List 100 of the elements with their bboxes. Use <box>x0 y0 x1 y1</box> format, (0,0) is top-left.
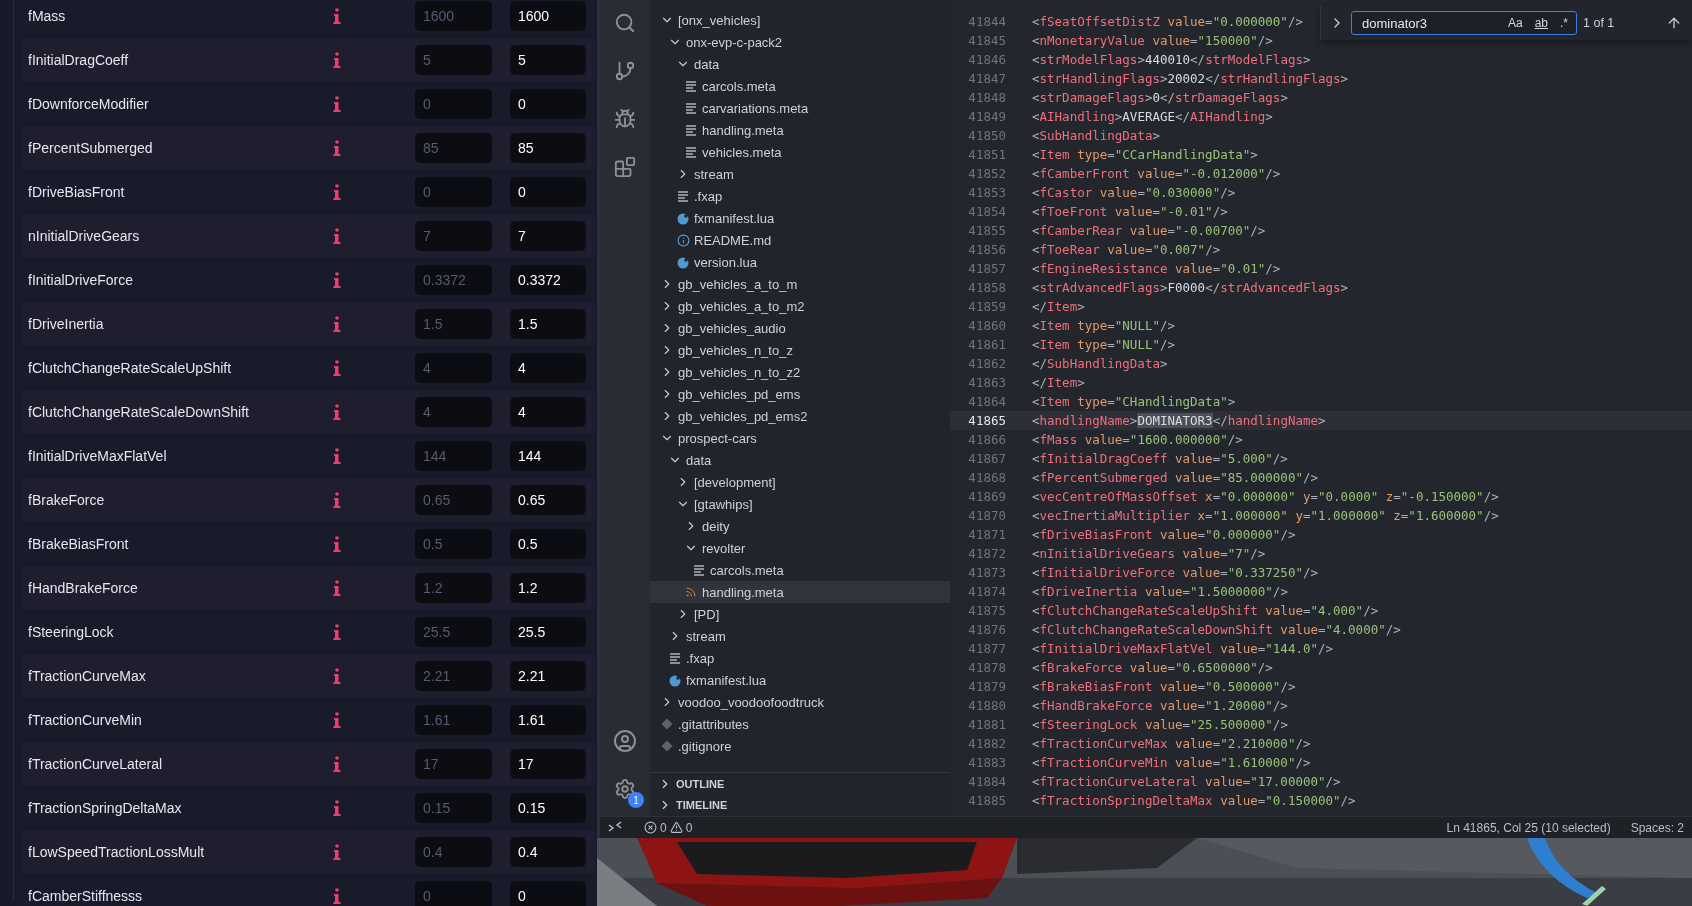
find-field[interactable]: dominator3 Aa ab .* <box>1351 11 1577 35</box>
default-field[interactable]: 0.3372 <box>415 265 492 295</box>
default-field[interactable]: 0 <box>415 89 492 119</box>
find-option-toggle[interactable]: .* <box>1556 14 1572 32</box>
value-field[interactable]: 144 <box>510 441 586 471</box>
value-field[interactable]: 17 <box>510 749 586 779</box>
value-field[interactable]: 1.5 <box>510 309 586 339</box>
file-item[interactable]: .fxap <box>650 185 950 207</box>
value-field[interactable]: 4 <box>510 353 586 383</box>
default-field[interactable]: 17 <box>415 749 492 779</box>
default-field[interactable]: 0.4 <box>415 837 492 867</box>
default-field[interactable]: 2.21 <box>415 661 492 691</box>
value-field[interactable]: 0 <box>510 177 586 207</box>
file-item[interactable]: handling.meta <box>650 119 950 141</box>
find-option-toggle[interactable]: Aa <box>1503 14 1527 32</box>
default-field[interactable]: 1600 <box>415 1 492 31</box>
folder-item[interactable]: gb_vehicles_a_to_m2 <box>650 295 950 317</box>
folder-item[interactable]: deity <box>650 515 950 537</box>
value-field[interactable]: 0.5 <box>510 529 586 559</box>
folder-item[interactable]: gb_vehicles_n_to_z2 <box>650 361 950 383</box>
default-field[interactable]: 1.2 <box>415 573 492 603</box>
default-field[interactable]: 4 <box>415 353 492 383</box>
folder-item[interactable]: data <box>650 53 950 75</box>
file-item[interactable]: carvariations.meta <box>650 97 950 119</box>
default-field[interactable]: 5 <box>415 45 492 75</box>
file-item[interactable]: vehicles.meta <box>650 141 950 163</box>
default-field[interactable]: 4 <box>415 397 492 427</box>
info-icon[interactable] <box>332 711 342 729</box>
info-icon[interactable] <box>332 887 342 905</box>
value-field[interactable]: 7 <box>510 221 586 251</box>
value-field[interactable]: 0.3372 <box>510 265 586 295</box>
default-field[interactable]: 25.5 <box>415 617 492 647</box>
info-icon[interactable] <box>332 799 342 817</box>
info-icon[interactable] <box>332 623 342 641</box>
folder-item[interactable]: [PD] <box>650 603 950 625</box>
folder-item[interactable]: [development] <box>650 471 950 493</box>
value-field[interactable]: 1.2 <box>510 573 586 603</box>
info-icon[interactable] <box>332 95 342 113</box>
file-item[interactable]: carcols.meta <box>650 559 950 581</box>
value-field[interactable]: 85 <box>510 133 586 163</box>
folder-item[interactable]: [onx_vehicles] <box>650 9 950 31</box>
info-icon[interactable] <box>332 843 342 861</box>
folder-item[interactable]: gb_vehicles_audio <box>650 317 950 339</box>
file-item[interactable]: README.md <box>650 229 950 251</box>
indentation[interactable]: Spaces: 2 <box>1630 820 1684 835</box>
info-icon[interactable] <box>332 7 342 25</box>
value-field[interactable]: 1600 <box>510 1 586 31</box>
folder-item[interactable]: data <box>650 449 950 471</box>
file-item[interactable]: .fxap <box>650 647 950 669</box>
file-item[interactable]: handling.meta <box>650 581 950 603</box>
default-field[interactable]: 0.15 <box>415 793 492 823</box>
folder-item[interactable]: gb_vehicles_pd_ems2 <box>650 405 950 427</box>
info-icon[interactable] <box>332 403 342 421</box>
blocks-icon[interactable] <box>612 154 638 180</box>
section-header[interactable]: OUTLINE <box>650 772 950 794</box>
folder-item[interactable]: voodoo_voodoofoodtruck <box>650 691 950 713</box>
cursor-position[interactable]: Ln 41865, Col 25 (10 selected) <box>1446 820 1611 835</box>
file-item[interactable]: .gitattributes <box>650 713 950 735</box>
info-icon[interactable] <box>332 271 342 289</box>
info-icon[interactable] <box>332 183 342 201</box>
default-field[interactable]: 0 <box>415 177 492 207</box>
info-icon[interactable] <box>332 51 342 69</box>
value-field[interactable]: 0.4 <box>510 837 586 867</box>
value-field[interactable]: 1.61 <box>510 705 586 735</box>
default-field[interactable]: 144 <box>415 441 492 471</box>
warning-count[interactable]: 0 <box>685 820 693 835</box>
file-item[interactable]: version.lua <box>650 251 950 273</box>
folder-item[interactable]: gb_vehicles_a_to_m <box>650 273 950 295</box>
info-icon[interactable] <box>332 535 342 553</box>
find-option-toggle[interactable]: ab <box>1530 14 1552 32</box>
folder-item[interactable]: revolter <box>650 537 950 559</box>
value-field[interactable]: 0 <box>510 881 586 906</box>
info-icon[interactable] <box>332 755 342 773</box>
file-item[interactable]: fxmanifest.lua <box>650 669 950 691</box>
info-icon[interactable] <box>332 359 342 377</box>
file-item[interactable]: .gitignore <box>650 735 950 757</box>
info-icon[interactable] <box>332 579 342 597</box>
info-icon[interactable] <box>332 139 342 157</box>
default-field[interactable]: 0 <box>415 881 492 906</box>
value-field[interactable]: 0.15 <box>510 793 586 823</box>
folder-item[interactable]: onx-evp-c-pack2 <box>650 31 950 53</box>
folder-item[interactable]: stream <box>650 163 950 185</box>
value-field[interactable]: 25.5 <box>510 617 586 647</box>
section-header[interactable]: TIMELINE <box>650 794 950 816</box>
folder-item[interactable]: [gtawhips] <box>650 493 950 515</box>
file-item[interactable]: fxmanifest.lua <box>650 207 950 229</box>
value-field[interactable]: 4 <box>510 397 586 427</box>
info-icon[interactable] <box>332 227 342 245</box>
account-icon[interactable] <box>612 728 638 754</box>
file-item[interactable]: carcols.meta <box>650 75 950 97</box>
error-count[interactable]: 0 <box>660 820 667 835</box>
default-field[interactable]: 0.65 <box>415 485 492 515</box>
folder-item[interactable]: gb_vehicles_n_to_z <box>650 339 950 361</box>
default-field[interactable]: 1.5 <box>415 309 492 339</box>
value-field[interactable]: 0 <box>510 89 586 119</box>
value-field[interactable]: 5 <box>510 45 586 75</box>
default-field[interactable]: 1.61 <box>415 705 492 735</box>
info-icon[interactable] <box>332 315 342 333</box>
value-field[interactable]: 0.65 <box>510 485 586 515</box>
default-field[interactable]: 85 <box>415 133 492 163</box>
